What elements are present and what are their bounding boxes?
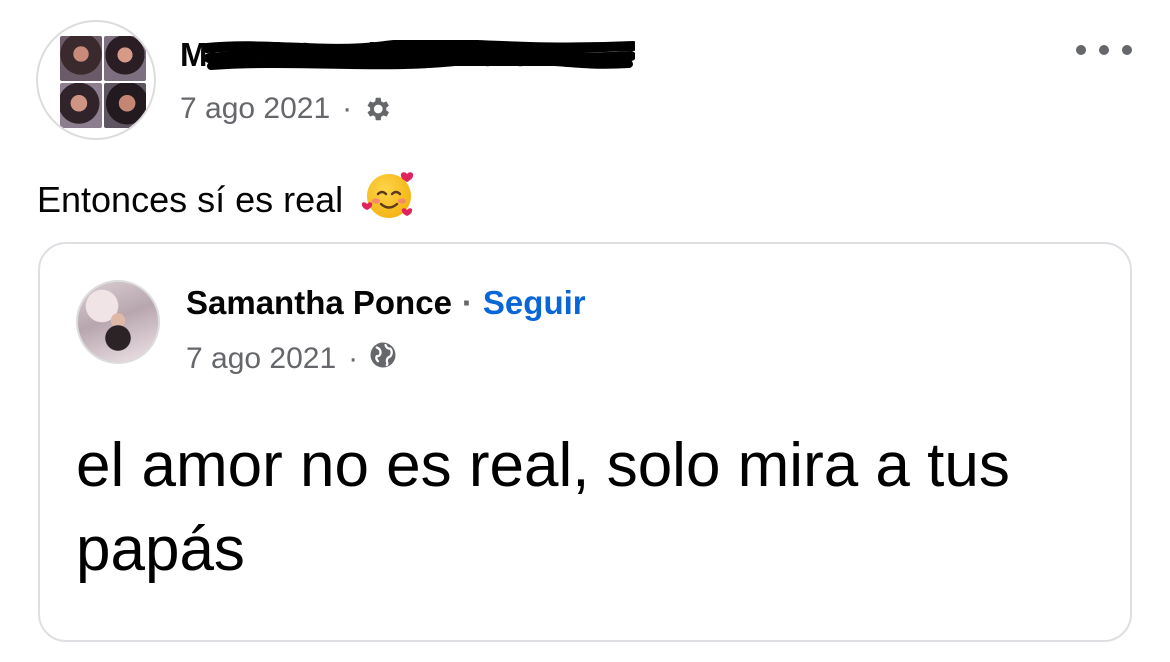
follow-button[interactable]: Seguir (483, 284, 586, 322)
more-horizontal-icon-dot (1076, 45, 1086, 55)
avatar-photo-tile (60, 83, 102, 128)
avatar-photo-collage (60, 36, 146, 128)
facebook-post: Morari Garcia Romero 7 ago 2021 · Entonc… (0, 0, 1170, 662)
shared-post-card[interactable]: Samantha Ponce · Seguir 7 ago 2021 · el … (38, 242, 1132, 642)
post-date[interactable]: 7 ago 2021 (180, 92, 330, 126)
meta-separator: · (342, 92, 353, 125)
meta-separator: · (348, 342, 359, 375)
more-horizontal-icon-dot (1122, 45, 1132, 55)
shared-post-date[interactable]: 7 ago 2021 (186, 342, 336, 376)
shared-post-text: el amor no es real, solo mira a tus papá… (76, 431, 1010, 584)
post-meta: 7 ago 2021 · (180, 92, 392, 126)
post-text-content: Entonces sí es real (37, 178, 344, 220)
shared-post-meta: 7 ago 2021 · (186, 340, 398, 378)
shared-author-avatar[interactable] (76, 280, 160, 364)
author-avatar[interactable] (36, 20, 156, 140)
author-name[interactable]: Morari Garcia Romero (180, 36, 531, 74)
avatar-photo-tile (104, 36, 146, 81)
post-text: Entonces sí es real (37, 166, 419, 233)
more-options-button[interactable] (1076, 36, 1132, 64)
shared-author-name[interactable]: Samantha Ponce (186, 284, 452, 322)
more-horizontal-icon-dot (1099, 45, 1109, 55)
globe-icon[interactable] (368, 340, 398, 378)
avatar-photo-tile (104, 83, 146, 128)
smiling-face-with-hearts-icon (361, 166, 419, 233)
gear-icon[interactable] (362, 94, 392, 124)
avatar-photo-tile (60, 36, 102, 81)
shared-author-row: Samantha Ponce · Seguir (186, 284, 586, 322)
name-separator: · (461, 284, 473, 321)
